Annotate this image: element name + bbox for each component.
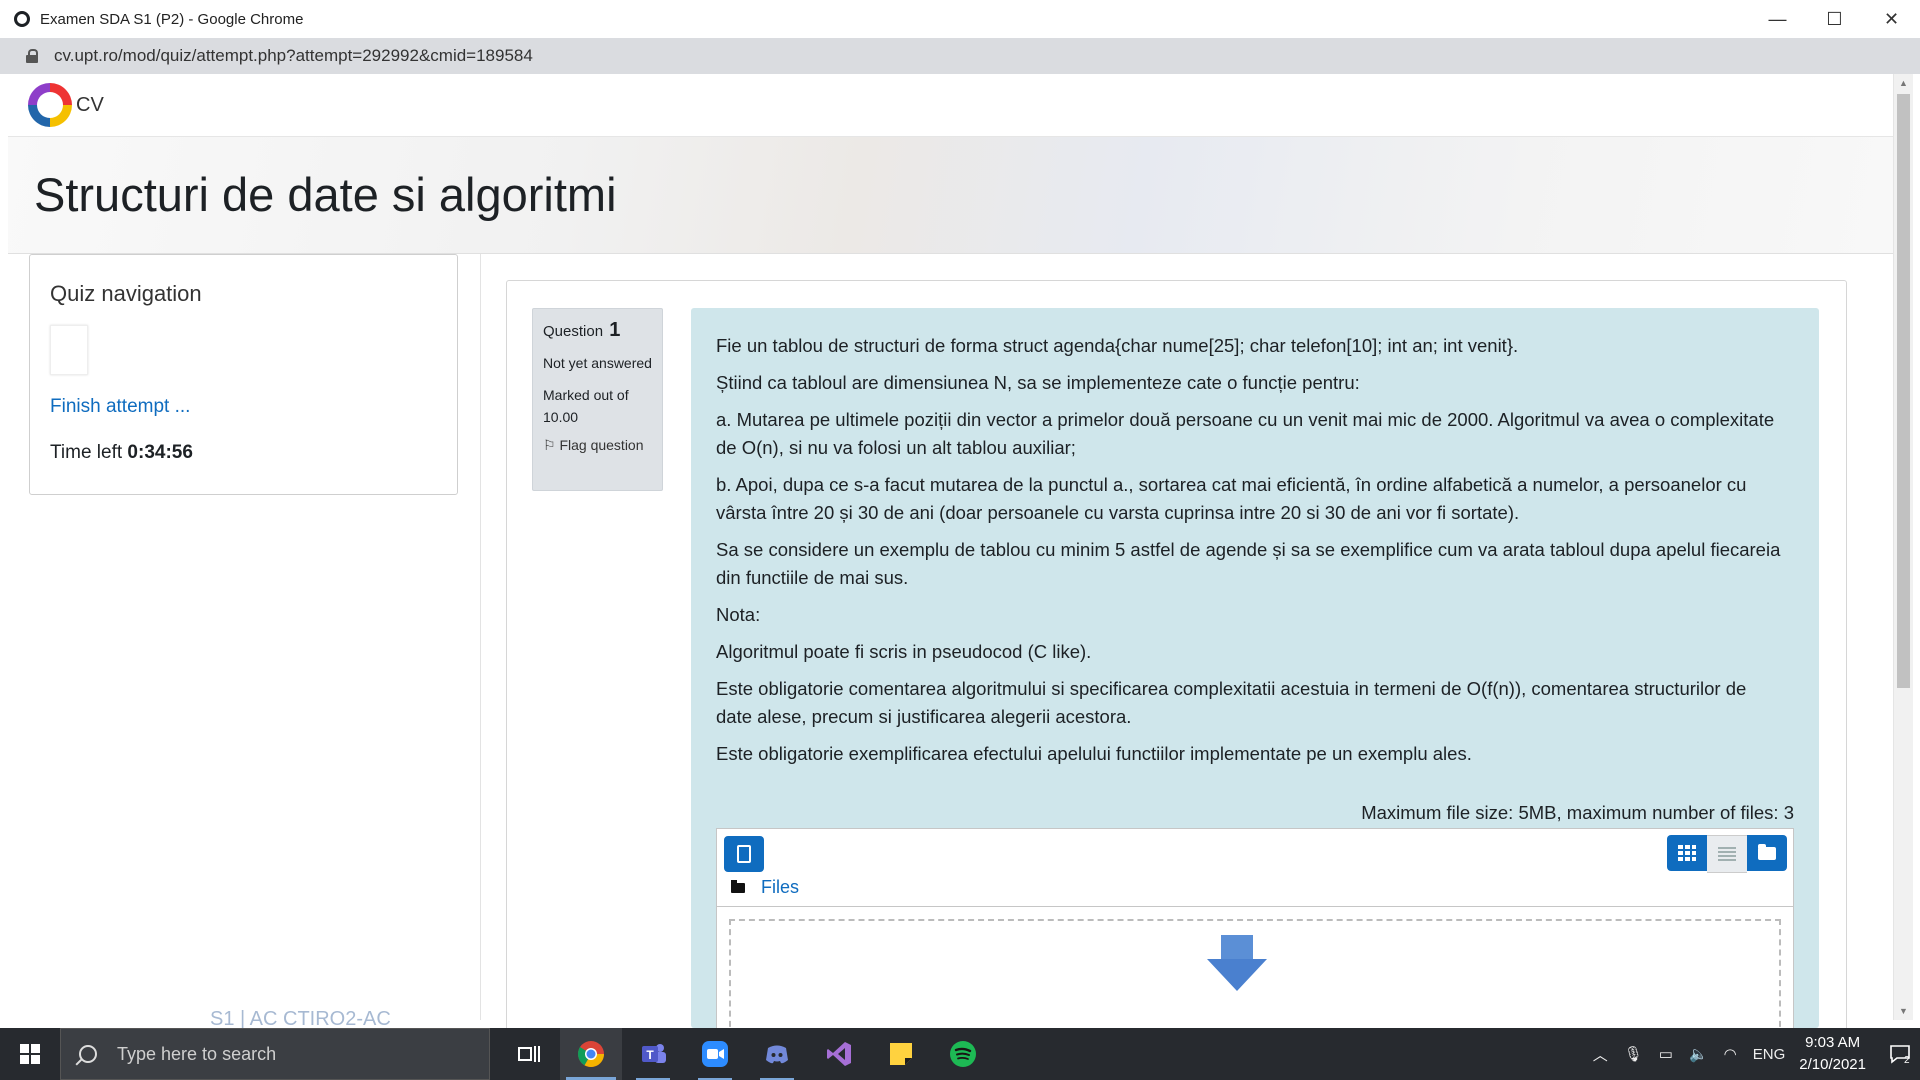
scrollbar-thumb[interactable] xyxy=(1897,94,1910,688)
windows-icon xyxy=(20,1044,40,1064)
folder-icon xyxy=(1758,843,1776,860)
windows-taskbar: Type here to search T ︿ 🎙 ▭ 🔈 ◠ ENG 9:03… xyxy=(0,1028,1920,1080)
taskbar-clock[interactable]: 9:03 AM 2/10/2021 xyxy=(1799,1032,1866,1076)
files-link[interactable]: Files xyxy=(761,877,799,898)
notifications-button[interactable]: 2 xyxy=(1880,1028,1920,1080)
svg-text:T: T xyxy=(646,1048,654,1062)
folder-icon xyxy=(731,879,745,893)
taskbar-apps: T xyxy=(498,1028,994,1080)
page-title: Structuri de date si algoritmi xyxy=(34,168,617,221)
chevron-up-icon[interactable]: ︿ xyxy=(1593,1044,1608,1065)
task-view-icon xyxy=(518,1046,540,1062)
url-text[interactable]: cv.upt.ro/mod/quiz/attempt.php?attempt=2… xyxy=(54,46,533,66)
notification-count: 2 xyxy=(1904,1055,1910,1065)
file-picker: Files xyxy=(716,828,1794,908)
close-button[interactable]: ✕ xyxy=(1863,0,1920,38)
view-toggle-group xyxy=(1667,835,1787,873)
question-paragraph: Știind ca tabloul are dimensiunea N, sa … xyxy=(716,372,1360,393)
site-logo[interactable] xyxy=(28,83,72,127)
question-nav-button[interactable] xyxy=(50,325,88,375)
question-paragraph: Algoritmul poate fi scris in pseudocod (… xyxy=(716,641,1092,662)
question-marks: Marked out of 10.00 xyxy=(543,387,629,425)
time-left: Time left 0:34:56 xyxy=(50,442,193,464)
max-file-size-info: Maximum file size: 5MB, maximum number o… xyxy=(1361,802,1794,823)
question-paragraph: a. Mutarea pe ultimele poziții din vecto… xyxy=(716,409,1775,458)
site-navbar: CV xyxy=(8,74,1893,137)
scroll-up-icon[interactable]: ▲ xyxy=(1899,78,1908,88)
lock-icon[interactable] xyxy=(26,49,38,63)
scroll-down-icon[interactable]: ▼ xyxy=(1899,1006,1908,1016)
sticky-notes-icon xyxy=(890,1043,912,1065)
zoom-taskbar-button[interactable] xyxy=(684,1028,746,1080)
file-drop-area[interactable] xyxy=(716,906,1794,1038)
maximize-button[interactable]: ☐ xyxy=(1806,0,1863,38)
question-paragraph: Este obligatorie comentarea algoritmului… xyxy=(716,678,1747,727)
list-icon xyxy=(1718,847,1736,861)
visual-studio-icon xyxy=(827,1042,851,1066)
chrome-favicon-icon xyxy=(14,11,30,27)
discord-taskbar-button[interactable] xyxy=(746,1028,808,1080)
page-scrollbar[interactable]: ▲ ▼ xyxy=(1893,74,1913,1020)
sticky-notes-taskbar-button[interactable] xyxy=(870,1028,932,1080)
files-path: Files xyxy=(731,877,799,898)
search-icon xyxy=(79,1045,97,1063)
language-indicator[interactable]: ENG xyxy=(1753,1046,1786,1063)
course-header: Structuri de date si algoritmi xyxy=(8,137,1893,254)
question-paragraph: Sa se considere un exemplu de tablou cu … xyxy=(716,539,1781,588)
file-icon xyxy=(737,845,751,863)
spotify-taskbar-button[interactable] xyxy=(932,1028,994,1080)
minimize-button[interactable]: — xyxy=(1749,0,1806,38)
question-text: Fie un tablou de structuri de forma stru… xyxy=(716,332,1786,777)
window-title-bar: Examen SDA S1 (P2) - Google Chrome — ☐ ✕ xyxy=(0,0,1920,39)
task-view-button[interactable] xyxy=(498,1028,560,1080)
question-paragraph: Fie un tablou de structuri de forma stru… xyxy=(716,335,1519,356)
spotify-icon xyxy=(950,1041,976,1067)
question-number: Question 1 xyxy=(543,319,621,341)
finish-attempt-link[interactable]: Finish attempt ... xyxy=(50,396,190,418)
discord-icon xyxy=(766,1045,788,1064)
taskbar-search[interactable]: Type here to search xyxy=(60,1028,490,1080)
chrome-taskbar-button[interactable] xyxy=(560,1028,622,1080)
clock-date: 2/10/2021 xyxy=(1799,1056,1866,1073)
notification-icon: 2 xyxy=(1890,1045,1910,1065)
icon-view-button[interactable] xyxy=(1667,835,1707,871)
time-left-label: Time left xyxy=(50,442,123,463)
flag-icon: ⚐ xyxy=(543,437,556,453)
grid-icon xyxy=(1678,845,1696,861)
question-paragraph: Este obligatorie exemplificarea efectulu… xyxy=(716,743,1472,764)
zoom-icon xyxy=(702,1041,728,1067)
site-logo-text[interactable]: CV xyxy=(76,94,104,117)
volume-icon[interactable]: 🔈 xyxy=(1689,1045,1708,1063)
search-placeholder: Type here to search xyxy=(117,1043,277,1064)
window-title: Examen SDA S1 (P2) - Google Chrome xyxy=(40,10,304,28)
battery-icon[interactable]: ▭ xyxy=(1659,1045,1673,1063)
quiz-navigation-block: Quiz navigation Finish attempt ... Time … xyxy=(29,254,458,495)
time-left-value: 0:34:56 xyxy=(127,442,193,463)
start-button[interactable] xyxy=(0,1028,60,1080)
tree-view-button[interactable] xyxy=(1747,835,1787,871)
question-info: Question 1 Not yet answered Marked out o… xyxy=(532,308,663,491)
address-bar[interactable]: cv.upt.ro/mod/quiz/attempt.php?attempt=2… xyxy=(0,38,1920,74)
flag-question-button[interactable]: ⚐ Flag question xyxy=(543,437,652,454)
question-paragraph: Nota: xyxy=(716,604,761,625)
list-view-button[interactable] xyxy=(1707,835,1747,873)
visual-studio-taskbar-button[interactable] xyxy=(808,1028,870,1080)
question-content: Fie un tablou de structuri de forma stru… xyxy=(691,308,1819,1038)
add-file-button[interactable] xyxy=(724,836,764,872)
wifi-icon[interactable]: ◠ xyxy=(1724,1045,1737,1063)
microphone-icon[interactable]: 🎙 xyxy=(1624,1045,1643,1063)
download-arrow-icon xyxy=(1207,935,1267,991)
question-paragraph: b. Apoi, dupa ce s-a facut mutarea de la… xyxy=(716,474,1747,523)
clock-time: 9:03 AM xyxy=(1805,1034,1861,1051)
question-status: Not yet answered xyxy=(543,355,652,371)
teams-taskbar-button[interactable]: T xyxy=(622,1028,684,1080)
quiz-navigation-title: Quiz navigation xyxy=(50,281,202,306)
chrome-icon xyxy=(577,1041,605,1068)
system-tray: ︿ 🎙 ▭ 🔈 ◠ ENG 9:03 AM 2/10/2021 2 xyxy=(1585,1028,1920,1080)
teams-icon: T xyxy=(642,1044,666,1063)
